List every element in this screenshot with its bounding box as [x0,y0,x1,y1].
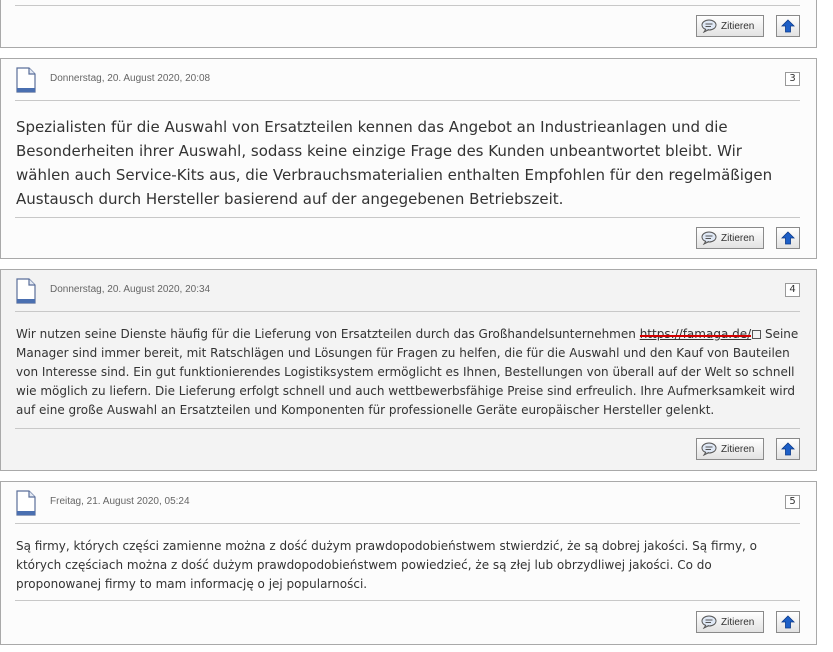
quote-button[interactable]: Zitieren [696,15,764,37]
redaction-line [639,335,752,337]
post-header: Donnerstag, 20. August 2020, 20:34 4 [15,278,800,312]
scroll-top-button[interactable] [776,227,800,249]
post-3: Donnerstag, 20. August 2020, 20:08 3 Spe… [0,58,817,259]
post-number[interactable]: 3 [785,72,800,86]
post-footer-divider [15,600,800,601]
speech-bubble-icon [701,231,717,245]
scroll-top-button[interactable] [776,611,800,633]
post-number[interactable]: 5 [785,495,800,509]
post-body: Spezialisten für die Auswahl von Ersatzt… [16,118,773,208]
scroll-top-button[interactable] [776,438,800,460]
post-body: Są firmy, których części zamienne można … [16,539,758,591]
post-footer-divider [15,428,800,429]
post-footer-divider [15,217,800,218]
quote-button-label: Zitieren [721,616,755,628]
speech-bubble-icon [701,615,717,629]
external-link[interactable]: https://famaga.de/ [639,327,752,341]
speech-bubble-icon [701,19,717,33]
post-4: Donnerstag, 20. August 2020, 20:34 4 Wir… [0,269,817,471]
document-icon [16,490,36,516]
post-date: Donnerstag, 20. August 2020, 20:34 [50,284,211,295]
quote-button-label: Zitieren [721,443,755,455]
external-link-icon [752,330,762,339]
post-header: Freitag, 21. August 2020, 05:24 5 [15,490,800,524]
quote-button-label: Zitieren [721,232,755,244]
document-icon [16,67,36,93]
arrow-up-icon [781,615,795,629]
arrow-up-icon [781,231,795,245]
document-icon [16,278,36,304]
speech-bubble-icon [701,442,717,456]
scroll-top-button[interactable] [776,15,800,37]
post-2: Zitieren [0,0,817,48]
post-date: Donnerstag, 20. August 2020, 20:08 [50,73,211,84]
post-footer-divider [15,5,800,6]
post-date: Freitag, 21. August 2020, 05:24 [50,496,190,507]
post-body-text: Wir nutzen seine Dienste häufig für die … [16,327,640,341]
link-text: https://famaga.de/ [639,327,752,341]
post-5: Freitag, 21. August 2020, 05:24 5 Są fir… [0,481,817,645]
post-number[interactable]: 4 [785,283,800,297]
arrow-up-icon [781,442,795,456]
arrow-up-icon [781,19,795,33]
post-body: Wir nutzen seine Dienste häufig für die … [16,325,800,420]
quote-button[interactable]: Zitieren [696,611,764,633]
quote-button[interactable]: Zitieren [696,227,764,249]
quote-button[interactable]: Zitieren [696,438,764,460]
post-header: Donnerstag, 20. August 2020, 20:08 3 [15,67,800,101]
quote-button-label: Zitieren [721,20,755,32]
